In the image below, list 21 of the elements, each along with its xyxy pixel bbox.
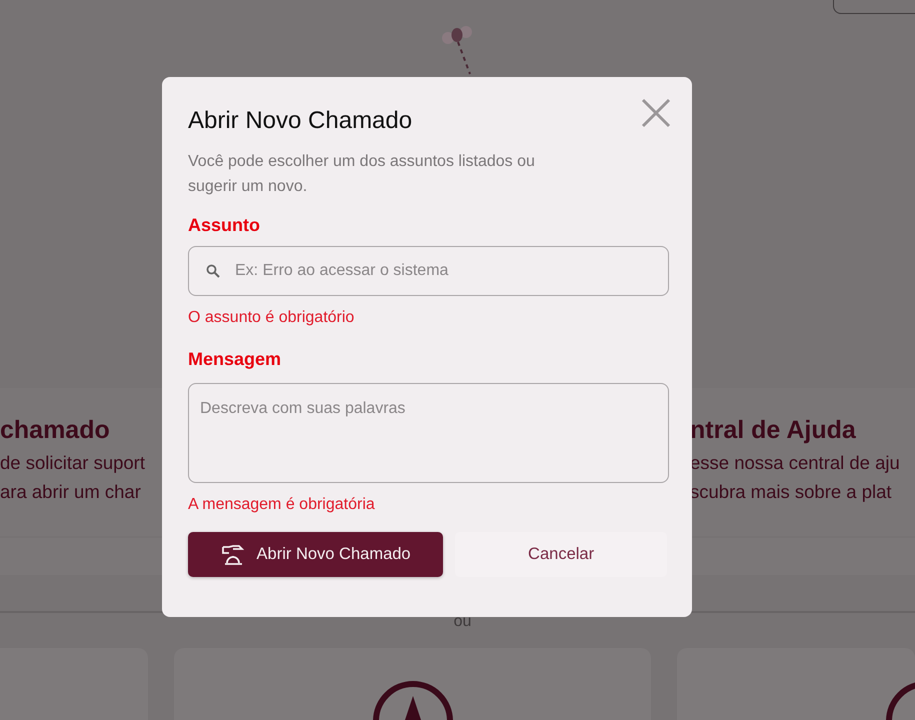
error-message: O assunto é obrigatório bbox=[188, 309, 354, 327]
service-bell-icon bbox=[220, 544, 245, 566]
card-title: ntral de Ajuda bbox=[690, 416, 856, 445]
card-text: de solicitar suport bbox=[0, 452, 145, 474]
error-message: A mensagem é obrigatória bbox=[188, 496, 375, 514]
card-text: ara abrir um char bbox=[0, 480, 141, 503]
divider-label: ou bbox=[452, 613, 472, 632]
field-label: Mensagem bbox=[188, 349, 282, 370]
search-field[interactable]: Ex: Erro ao acessar o sistema bbox=[188, 246, 669, 296]
card-title: chamado bbox=[0, 416, 110, 445]
message-field[interactable]: Descreva com suas palavras bbox=[188, 383, 669, 483]
dialog-description: Você pode escolher um dos assuntos listados ou sugerir um novo. bbox=[188, 152, 536, 197]
outline-button[interactable] bbox=[833, 0, 915, 14]
card-text: esse nossa central de aju bbox=[690, 452, 900, 474]
dialog-title: Abrir Novo Chamado bbox=[188, 107, 412, 135]
submit-button[interactable]: Abrir Novo Chamado bbox=[188, 532, 444, 577]
close-icon bbox=[640, 97, 672, 129]
field-label: Assunto bbox=[188, 215, 260, 236]
close-button[interactable] bbox=[640, 97, 672, 129]
card-text: scubra mais sobre a plat bbox=[690, 480, 892, 503]
search-icon bbox=[206, 264, 220, 278]
